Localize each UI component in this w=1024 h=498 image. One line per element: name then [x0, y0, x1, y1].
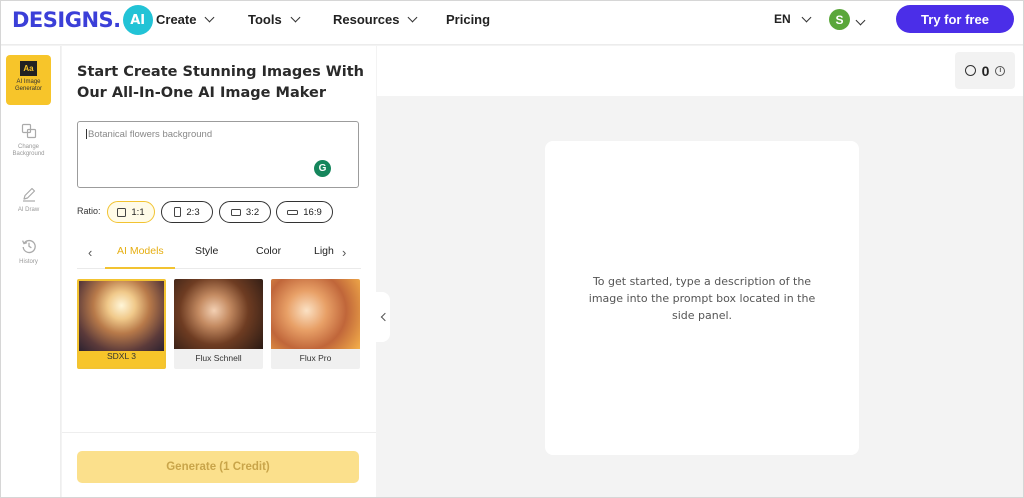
active-tab-underline — [105, 267, 175, 269]
app-window: DESIGNS. AI Create Tools Resources Prici… — [0, 0, 1024, 498]
rail-item-label: Change Background — [12, 144, 45, 157]
generate-button[interactable]: Generate (1 Credit) — [77, 451, 359, 483]
ratio-option-label: 16:9 — [303, 206, 322, 218]
prompt-placeholder: Botanical flowers background — [88, 129, 213, 140]
rail-item-ai-draw[interactable]: AI Draw — [6, 185, 51, 214]
rail-item-label: AI Draw — [17, 207, 40, 213]
square-ratio-icon — [117, 207, 127, 217]
model-thumbnail — [174, 279, 263, 349]
credit-balance[interactable]: 0 i — [955, 52, 1015, 89]
ratio-option-2-3[interactable]: 2:3 — [161, 201, 213, 223]
chevron-left-icon[interactable]: ‹ — [88, 245, 92, 260]
ratio-option-16-9[interactable]: 16:9 — [276, 201, 333, 223]
chevron-down-icon — [408, 12, 418, 23]
ratio-option-label: 1:1 — [131, 206, 145, 218]
language-selector[interactable]: EN — [774, 12, 812, 26]
chevron-down-icon — [290, 12, 301, 23]
chevron-left-icon — [380, 312, 389, 322]
grammarly-icon[interactable]: G — [314, 160, 331, 177]
portrait-ratio-icon — [174, 207, 182, 217]
rail-item-ai-image-generator[interactable]: Aa AI Image Generator — [6, 55, 51, 105]
prompt-input[interactable]: Botanical flowers background G — [77, 121, 359, 188]
option-tabs: ‹ AI Models Style Color Ligh › — [77, 239, 361, 269]
preview-canvas: To get started, type a description of th… — [545, 141, 859, 455]
ratio-option-label: 3:2 — [245, 206, 260, 218]
coin-icon — [964, 65, 976, 76]
widescreen-ratio-icon — [287, 209, 299, 215]
empty-state-message: To get started, type a description of th… — [588, 274, 816, 322]
panel-title: Start Create Stunning Images With Our Al… — [77, 64, 364, 101]
info-icon[interactable]: i — [995, 65, 1006, 76]
nav-tools[interactable]: Tools — [248, 12, 301, 27]
nav-resources[interactable]: Resources — [333, 12, 418, 27]
history-icon — [20, 237, 38, 255]
tool-rail: Aa AI Image Generator Change Background … — [1, 46, 61, 497]
ratio-option-3-2[interactable]: 3:2 — [219, 201, 271, 223]
landscape-ratio-icon — [230, 208, 241, 216]
tab-lighting[interactable]: Ligh — [314, 245, 334, 257]
user-avatar[interactable]: S — [829, 9, 850, 30]
nav-create-label: Create — [156, 12, 197, 27]
nav-pricing[interactable]: Pricing — [446, 12, 490, 27]
chevron-down-icon — [205, 12, 215, 23]
nav-create[interactable]: Create — [156, 12, 215, 27]
text-caret — [86, 129, 87, 140]
rail-item-label: History — [19, 259, 38, 265]
model-thumbnail — [79, 281, 164, 351]
generator-panel: Start Create Stunning Images With Our Al… — [62, 46, 376, 497]
chevron-right-icon[interactable]: › — [342, 245, 346, 260]
panel-divider — [62, 432, 376, 433]
top-navigation: DESIGNS. AI Create Tools Resources Prici… — [1, 1, 1023, 45]
text-aa-icon: Aa — [20, 61, 37, 76]
logo-ai-badge: AI — [122, 5, 153, 35]
logo-text: DESIGNS. — [12, 8, 121, 32]
ratio-option-label: 2:3 — [186, 206, 200, 218]
rail-item-change-background[interactable]: Change Background — [6, 122, 51, 158]
model-card-flux-schnell[interactable]: Flux Schnell — [174, 279, 263, 369]
model-label: Flux Pro — [299, 353, 332, 363]
account-chevron-down-icon[interactable] — [855, 15, 866, 26]
model-card-sdxl-3[interactable]: SDXL 3 — [77, 279, 166, 369]
language-label: EN — [774, 12, 791, 26]
try-for-free-button[interactable]: Try for free — [896, 5, 1014, 33]
collapse-panel-handle[interactable] — [376, 292, 390, 342]
tab-ai-models[interactable]: AI Models — [117, 245, 164, 257]
chevron-down-icon — [801, 12, 812, 22]
brand-logo[interactable]: DESIGNS. AI — [12, 5, 153, 35]
model-card-flux-pro[interactable]: Flux Pro — [271, 279, 360, 369]
credit-count: 0 — [981, 62, 990, 79]
ratio-label: Ratio: — [77, 206, 101, 216]
main-toolbar — [377, 46, 1023, 96]
rail-item-label: AI Image Generator — [14, 79, 42, 92]
model-thumbnail — [271, 279, 360, 349]
model-label: Flux Schnell — [195, 353, 242, 363]
nav-resources-label: Resources — [333, 12, 400, 27]
rail-item-history[interactable]: History — [6, 237, 51, 266]
layers-icon — [20, 122, 38, 140]
nav-tools-label: Tools — [248, 12, 282, 27]
pen-icon — [20, 185, 38, 203]
tab-color[interactable]: Color — [256, 245, 281, 257]
nav-pricing-label: Pricing — [446, 12, 491, 27]
tab-style[interactable]: Style — [195, 245, 218, 257]
ratio-option-1-1[interactable]: 1:1 — [107, 201, 155, 223]
model-label: SDXL 3 — [107, 351, 136, 361]
